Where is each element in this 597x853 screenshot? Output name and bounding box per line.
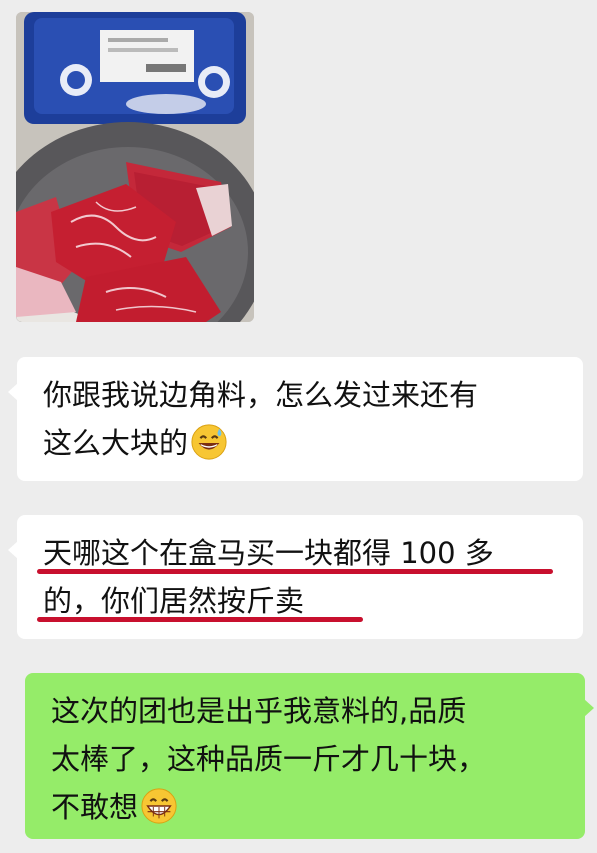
photo-message[interactable]	[16, 12, 254, 322]
message-text-line: 你跟我说边角料，怎么发过来还有	[43, 378, 479, 412]
beef-photo-image	[16, 12, 254, 322]
red-underline-mark	[37, 617, 363, 622]
grinning-sweat-face-icon	[191, 424, 227, 460]
message-text-line: 这次的团也是出乎我意料的,品质	[51, 694, 467, 728]
message-text-line: 的，你们居然按斤卖	[37, 577, 583, 625]
message-text-line: 这么大块的	[43, 419, 583, 467]
message-bubble-3[interactable]: 这次的团也是出乎我意料的,品质 太棒了，这种品质一斤才几十块， 不敢想	[25, 673, 594, 839]
message-bubble-2[interactable]: 天哪这个在盒马买一块都得 100 多 的，你们居然按斤卖	[8, 515, 583, 639]
message-text-line: 不敢想	[51, 783, 585, 831]
message-text-line: 太棒了，这种品质一斤才几十块，	[51, 742, 487, 776]
message-bubble-1[interactable]: 你跟我说边角料，怎么发过来还有 这么大块的	[8, 357, 583, 481]
red-underline-mark	[37, 569, 553, 574]
grinning-face-icon	[141, 788, 177, 824]
message-text-line: 天哪这个在盒马买一块都得 100 多	[37, 529, 583, 577]
